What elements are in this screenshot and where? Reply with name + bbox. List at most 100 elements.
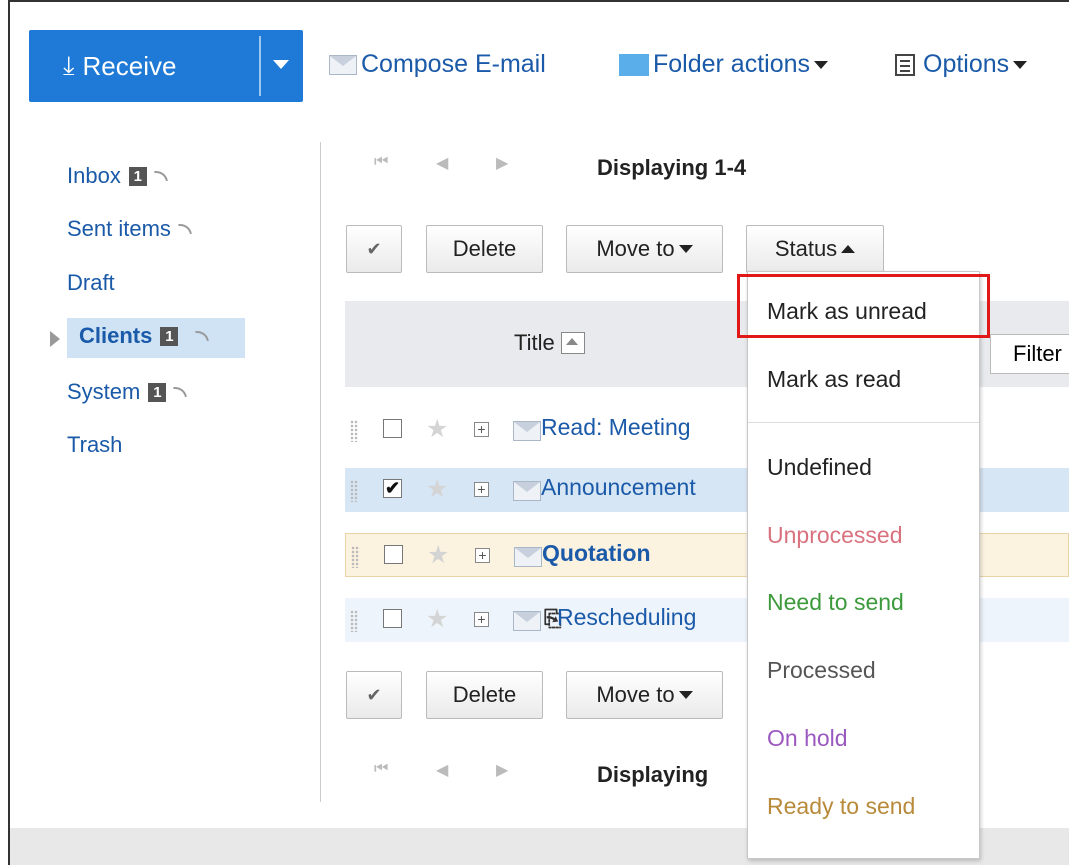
sidebar-item-label: Trash [67,432,123,457]
folder-actions-button[interactable]: Folder actions [619,50,829,79]
sort-ascending-icon[interactable] [560,332,585,354]
mail-subject-link[interactable]: Rescheduling [557,604,696,631]
menu-item-on-hold[interactable]: On hold [767,725,848,752]
chevron-down-icon [1013,60,1028,69]
receive-button-group: ⤓ Receive [29,30,303,102]
mail-subject-link[interactable]: Quotation [542,540,651,567]
delete-button[interactable]: Delete [426,225,543,273]
highlight-annotation-box [737,274,990,338]
status-label: Status [774,236,838,261]
drag-handle-icon[interactable] [350,610,358,632]
check-icon: ✔ [366,684,382,705]
drag-handle-icon[interactable] [351,546,359,568]
star-icon[interactable]: ★ [426,604,448,634]
sidebar-item-label: Draft [67,270,115,295]
expand-plus-icon[interactable]: + [474,422,489,437]
envelope-icon [513,611,541,631]
row-checkbox[interactable]: ✔ [383,479,402,498]
chevron-down-icon [678,245,693,253]
pager-status-bottom: Displaying [597,762,709,787]
row-checkbox[interactable] [383,419,402,438]
delete-button-bottom[interactable]: Delete [426,671,543,719]
sidebar-item-inbox[interactable]: Inbox 1 [67,163,168,189]
status-dropdown-menu: Mark as unread Mark as read Undefined Un… [747,271,980,859]
star-icon[interactable]: ★ [427,540,449,570]
unread-count-badge: 1 [148,382,167,402]
title-column-header[interactable]: Title [514,330,585,356]
menu-divider [748,422,979,423]
check-icon: ✔ [366,238,382,259]
chevron-up-icon [841,245,856,253]
folder-actions-label: Folder actions [653,50,811,78]
select-all-button-bottom[interactable]: ✔ [346,671,402,719]
star-icon[interactable]: ★ [426,474,448,504]
move-to-label: Move to [596,682,675,707]
mail-subject-link[interactable]: Announcement [541,474,696,501]
expand-arrow-icon[interactable] [50,331,60,347]
menu-item-mark-as-read[interactable]: Mark as read [767,366,901,393]
drag-handle-icon[interactable] [350,480,358,502]
next-page-icon[interactable]: ▶ [496,760,508,780]
envelope-icon [514,547,542,567]
compose-email-label: Compose E-mail [361,50,546,78]
expand-plus-icon[interactable]: + [474,612,489,627]
next-page-icon[interactable]: ▶ [496,153,508,173]
delete-label: Delete [452,682,517,707]
select-all-button[interactable]: ✔ [346,225,402,273]
sidebar-item-sent-items[interactable]: Sent items [67,216,192,242]
menu-item-need-to-send[interactable]: Need to send [767,589,904,616]
sidebar-item-label: Clients [79,323,153,348]
expand-plus-icon[interactable]: + [475,548,490,563]
sidebar-item-label: Sent items [67,216,171,241]
move-to-button[interactable]: Move to [566,225,723,273]
rss-icon [195,329,210,343]
download-icon: ⤓ [63,50,75,80]
envelope-icon [513,481,541,501]
unread-count-badge: 1 [128,166,147,186]
row-checkbox[interactable] [384,545,403,564]
sidebar-item-label: System [67,379,141,404]
menu-item-undefined[interactable]: Undefined [767,454,872,481]
sidebar-item-system[interactable]: System 1 [67,379,188,405]
row-checkbox[interactable] [383,609,402,628]
receive-button[interactable]: ⤓ Receive [29,30,259,102]
unread-count-badge: 1 [160,326,179,346]
move-to-label: Move to [596,236,675,261]
first-page-icon[interactable]: ⏮ [374,153,388,171]
envelope-icon [329,54,357,75]
chevron-down-icon [678,691,693,699]
rss-icon [177,222,192,236]
pager-status: Displaying 1-4 [597,155,747,180]
receive-label: Receive [82,50,177,81]
prev-page-icon[interactable]: ◀ [436,760,448,780]
pane-divider [320,142,321,802]
receive-dropdown-chevron-down-icon[interactable] [273,60,289,69]
menu-item-unprocessed[interactable]: Unprocessed [767,522,903,549]
sidebar-item-clients[interactable]: Clients 1 [79,323,210,349]
chevron-down-icon [814,60,829,69]
delete-label: Delete [452,236,517,261]
prev-page-icon[interactable]: ◀ [436,153,448,173]
expand-plus-icon[interactable]: + [474,482,489,497]
drag-handle-icon[interactable] [350,420,358,442]
envelope-icon [513,421,541,441]
first-page-icon[interactable]: ⏮ [374,760,388,778]
sidebar-item-label: Inbox [67,163,121,188]
menu-item-processed[interactable]: Processed [767,657,876,684]
compose-email-button[interactable]: Compose E-mail [329,50,546,79]
filter-button[interactable]: Filter [990,334,1069,374]
folder-icon [619,53,649,76]
move-to-button-bottom[interactable]: Move to [566,671,723,719]
list-icon [895,53,915,76]
options-button[interactable]: Options [895,50,1028,79]
options-label: Options [923,50,1010,78]
rss-icon [153,169,168,183]
star-icon[interactable]: ★ [426,414,448,444]
sidebar-item-trash[interactable]: Trash [67,432,122,458]
mail-subject-link[interactable]: Read: Meeting [541,414,691,441]
receive-separator [259,36,261,96]
filter-label: Filter [1013,341,1062,366]
status-button[interactable]: Status [746,225,884,273]
menu-item-ready-to-send[interactable]: Ready to send [767,793,915,820]
sidebar-item-draft[interactable]: Draft [67,270,115,296]
